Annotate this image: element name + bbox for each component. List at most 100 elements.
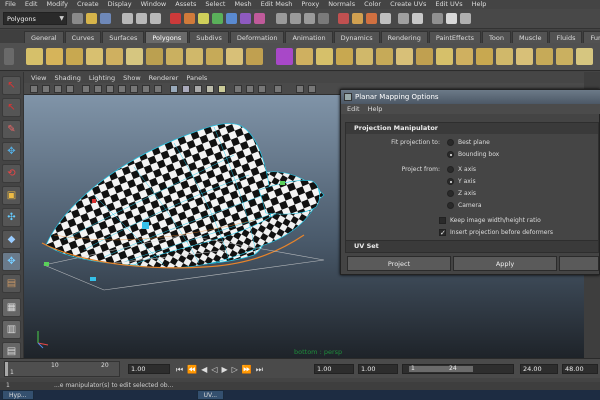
select-component-icon[interactable] (150, 13, 161, 24)
show-manipulator-icon[interactable]: ✥ (2, 252, 21, 271)
high-quality-icon[interactable] (274, 85, 282, 93)
menu-help[interactable]: Help (467, 0, 491, 9)
poly-quadrangulate-icon[interactable] (556, 48, 573, 65)
ipr-render-icon[interactable] (366, 13, 377, 24)
snap-plane-icon[interactable] (318, 13, 329, 24)
render-settings-icon[interactable] (380, 13, 391, 24)
soft-modification-icon[interactable]: ◆ (2, 230, 21, 249)
pick-mask-icon[interactable] (170, 13, 181, 24)
range-slider-bar[interactable]: 1 24 (402, 364, 514, 374)
select-tool-icon[interactable]: ↖ (2, 76, 21, 95)
playback-start-field[interactable]: 1.00 (358, 364, 398, 374)
shelf-tab-curves[interactable]: Curves (64, 31, 102, 43)
radio-camera[interactable] (447, 202, 454, 209)
start-time-field[interactable]: 1.00 (314, 364, 354, 374)
menu-proxy[interactable]: Proxy (296, 0, 323, 9)
go-to-end-icon[interactable]: ⏭ (256, 365, 267, 374)
mask-surfaces-icon[interactable] (212, 13, 223, 24)
mask-rendering-icon[interactable] (254, 13, 265, 24)
save-scene-icon[interactable] (100, 13, 111, 24)
select-hierarchy-icon[interactable] (122, 13, 133, 24)
open-scene-icon[interactable] (86, 13, 97, 24)
shelf-tab-muscle[interactable]: Muscle (511, 31, 549, 43)
poly-bridge-icon[interactable] (356, 48, 373, 65)
taskbar-item-uv-editor[interactable]: UV... (196, 390, 225, 400)
last-tool-icon[interactable]: ▤ (2, 274, 21, 293)
shelf-tab-painteffects[interactable]: PaintEffects (428, 31, 482, 43)
channel-box-icon[interactable] (460, 13, 471, 24)
section-header-uv-set[interactable]: UV Set (346, 241, 598, 252)
universal-manipulator-icon[interactable]: ✣ (2, 208, 21, 227)
isolate-select-icon[interactable] (234, 85, 242, 93)
poly-collapse-icon[interactable] (476, 48, 493, 65)
play-back-icon[interactable]: ◁ (211, 365, 221, 374)
menu-mesh[interactable]: Mesh (229, 0, 255, 9)
panel-menu-shading[interactable]: Shading (54, 74, 80, 82)
menu-color[interactable]: Color (359, 0, 385, 9)
apply-button[interactable]: Apply (453, 256, 557, 271)
radio-z-axis[interactable] (447, 190, 454, 197)
lights-icon[interactable] (218, 85, 226, 93)
xray-icon[interactable] (246, 85, 254, 93)
field-chart-icon[interactable] (130, 85, 138, 93)
panel-menu-panels[interactable]: Panels (186, 74, 207, 82)
panel-menu-renderer[interactable]: Renderer (149, 74, 179, 82)
shelf-tab-toon[interactable]: Toon (482, 31, 511, 43)
shadows-icon[interactable] (296, 85, 304, 93)
checkbox-keep-ratio[interactable] (439, 217, 446, 224)
menu-edit-uvs[interactable]: Edit UVs (430, 0, 466, 9)
safe-title-icon[interactable] (154, 85, 162, 93)
film-gate-icon[interactable] (94, 85, 102, 93)
four-pane-layout-icon[interactable]: ▥ (2, 320, 21, 339)
single-pane-layout-icon[interactable]: ▦ (2, 298, 21, 317)
shelf-tab-surfaces[interactable]: Surfaces (102, 31, 145, 43)
menu-set-dropdown[interactable]: Polygons ▼ (3, 12, 67, 25)
radio-best-plane[interactable] (447, 139, 454, 146)
snap-grid-icon[interactable] (276, 13, 287, 24)
poly-merge-icon[interactable] (456, 48, 473, 65)
poly-split-icon[interactable] (396, 48, 413, 65)
menu-display[interactable]: Display (103, 0, 136, 9)
step-forward-key-icon[interactable]: ⏩ (242, 365, 256, 374)
radio-y-axis[interactable] (447, 178, 454, 185)
mask-deformers-icon[interactable] (226, 13, 237, 24)
select-object-icon[interactable] (136, 13, 147, 24)
section-header-projection-manipulator[interactable]: Projection Manipulator (346, 123, 598, 134)
window-menu-edit[interactable]: Edit (347, 105, 360, 113)
move-tool-icon[interactable]: ✥ (2, 142, 21, 161)
camera-attributes-icon[interactable] (42, 85, 50, 93)
menu-window[interactable]: Window (136, 0, 171, 9)
shelf-tab-fluids[interactable]: Fluids (549, 31, 583, 43)
shelf-tab-general[interactable]: General (24, 31, 64, 43)
poly-platonic-icon[interactable] (246, 48, 263, 65)
render-icon[interactable] (352, 13, 363, 24)
go-to-start-icon[interactable]: ⏮ (176, 365, 187, 374)
history-icon[interactable] (338, 13, 349, 24)
ambient-occlusion-icon[interactable] (308, 85, 316, 93)
menu-edit[interactable]: Edit (20, 0, 42, 9)
poly-sphere-icon[interactable] (26, 48, 43, 65)
shelf-options-icon[interactable] (4, 48, 14, 65)
poly-cylinder-icon[interactable] (66, 48, 83, 65)
checkbox-insert-projection[interactable]: ✓ (439, 229, 446, 237)
close-button[interactable] (559, 256, 599, 271)
poly-helix-icon[interactable] (206, 48, 223, 65)
shelf-tab-fur[interactable]: Fur (583, 31, 600, 43)
wireframe-icon[interactable] (170, 85, 178, 93)
snap-point-icon[interactable] (304, 13, 315, 24)
resolution-gate-icon[interactable] (106, 85, 114, 93)
poly-prism-icon[interactable] (146, 48, 163, 65)
rename-icon[interactable] (412, 13, 423, 24)
shelf-tab-polygons[interactable]: Polygons (145, 31, 189, 43)
window-menu-help[interactable]: Help (368, 105, 383, 113)
shelf-tab-rendering[interactable]: Rendering (380, 31, 428, 43)
menu-normals[interactable]: Normals (323, 0, 359, 9)
menu-assets[interactable]: Assets (170, 0, 200, 9)
shelf-tab-subdivs[interactable]: Subdivs (189, 31, 229, 43)
panel-menu-lighting[interactable]: Lighting (89, 74, 115, 82)
current-frame-field[interactable]: 1.00 (128, 364, 170, 374)
camera-select-icon[interactable] (30, 85, 38, 93)
poly-soccer-icon[interactable] (226, 48, 243, 65)
mask-joints-icon[interactable] (184, 13, 195, 24)
menu-create[interactable]: Create (72, 0, 103, 9)
